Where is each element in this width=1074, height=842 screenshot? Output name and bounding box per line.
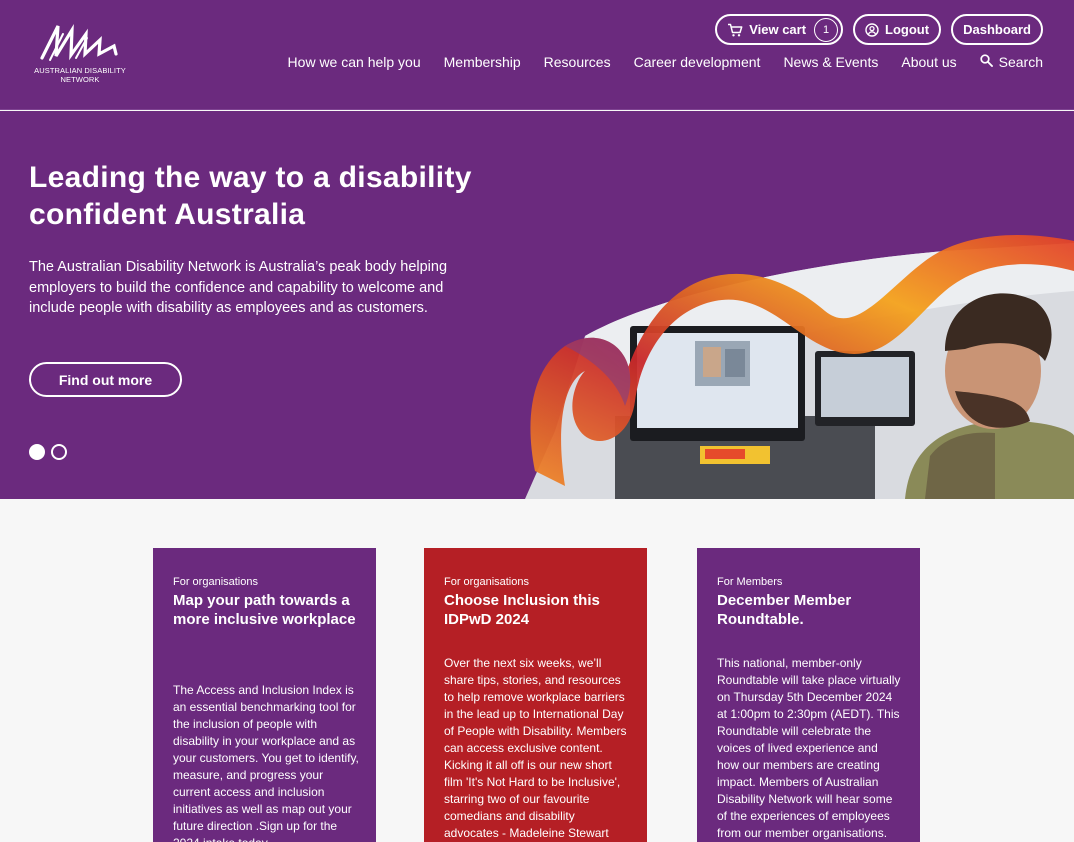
logo-text-line2: NETWORK [60,74,100,84]
card-title: Choose Inclusion this IDPwD 2024 [444,592,600,628]
cart-count-badge: 1 [814,17,839,42]
carousel-dots [29,444,67,460]
main-nav: How we can help you Membership Resources… [288,54,1043,70]
hero-image [525,235,1074,499]
site-header: AUSTRALIAN DISABILITY NETWORK View cart … [0,0,1074,110]
find-out-more-button[interactable]: Find out more [29,362,182,397]
feature-cards: For organisations Map your path towards … [0,548,1074,842]
logo-mark-icon [40,23,118,61]
view-cart-button[interactable]: View cart 1 [715,14,844,45]
nav-item-resources[interactable]: Resources [544,54,611,70]
search-button[interactable]: Search [979,54,1043,70]
logout-button[interactable]: Logout [853,14,942,45]
card-tag: For Members [717,576,783,588]
cart-icon [727,23,743,37]
card-body: This national, member-only Roundtable wi… [717,656,901,840]
card-tag: For organisations [173,576,258,588]
dashboard-label: Dashboard [963,22,1031,37]
card-map-your-path[interactable]: For organisations Map your path towards … [153,548,376,842]
nav-item-news-events[interactable]: News & Events [783,54,878,70]
card-title: December Member Roundtable. [717,592,852,628]
card-choose-inclusion[interactable]: For organisations Choose Inclusion this … [424,548,647,842]
account-actions: View cart 1 Logout Dashboard [715,14,1043,45]
user-circle-icon [865,22,879,37]
card-body: Over the next six weeks, we’ll share tip… [444,656,627,840]
nav-item-membership[interactable]: Membership [444,54,521,70]
site-logo[interactable]: AUSTRALIAN DISABILITY NETWORK [28,22,132,86]
carousel-dot-1[interactable] [29,444,45,460]
hero-description: The Australian Disability Network is Aus… [29,259,448,316]
nav-item-how-we-can-help[interactable]: How we can help you [288,54,421,70]
card-body: The Access and Inclusion Index is an ess… [173,683,359,842]
search-icon [979,54,993,70]
card-member-roundtable[interactable]: For Members December Member Roundtable. … [697,548,920,842]
card-title: Map your path towards a more inclusive w… [173,592,356,628]
view-cart-label: View cart [749,22,807,37]
nav-item-career-development[interactable]: Career development [634,54,761,70]
hero-banner: Leading the way to a disability confiden… [0,111,1074,499]
dashboard-button[interactable]: Dashboard [951,14,1043,45]
nav-item-about-us[interactable]: About us [901,54,956,70]
logout-label: Logout [885,22,930,37]
hero-title: Leading the way to a disability confiden… [29,161,472,231]
card-tag: For organisations [444,576,529,588]
search-label: Search [998,54,1043,70]
carousel-dot-2[interactable] [51,444,67,460]
